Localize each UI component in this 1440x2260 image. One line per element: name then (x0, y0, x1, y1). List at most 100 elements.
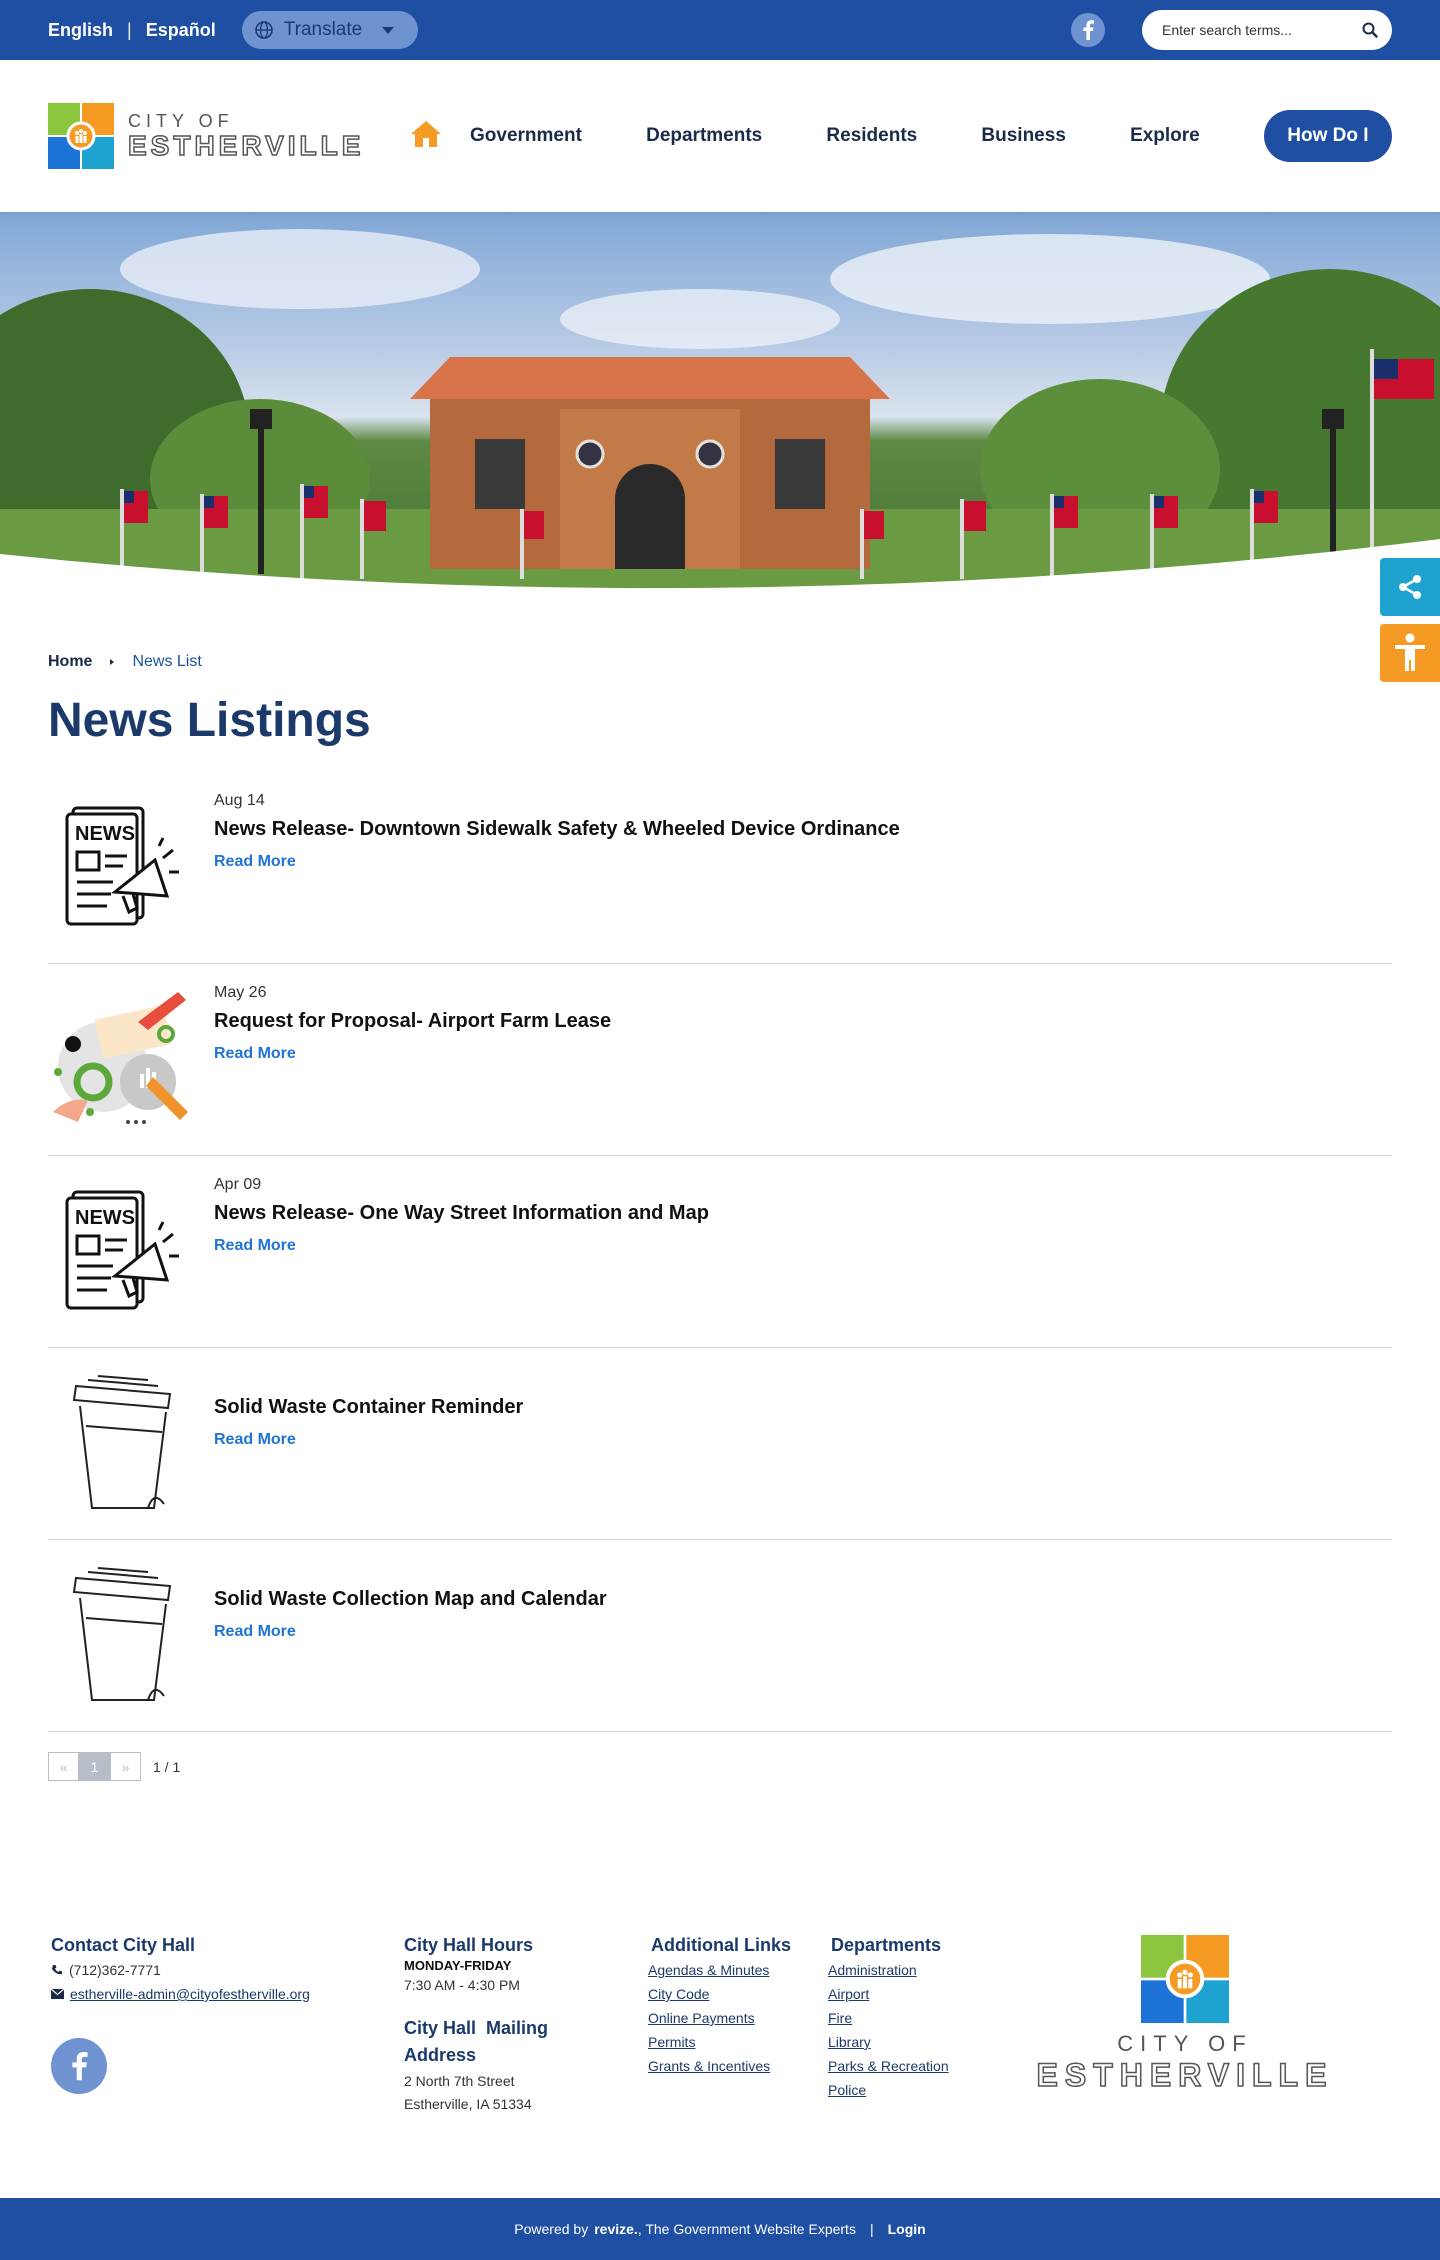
newspaper-icon[interactable]: NEWS (48, 1174, 198, 1324)
footer-hours: City Hall Hours MONDAY-FRIDAY 7:30 AM - … (404, 1935, 648, 2198)
revize-brand: revize. (594, 2221, 638, 2237)
bottom-bar: Powered by revize. , The Government Webs… (0, 2198, 1440, 2260)
language-switcher: English | Español (48, 20, 216, 41)
footer-link-permits[interactable]: Permits (648, 2034, 828, 2050)
main-nav: Government Departments Residents Busines… (470, 110, 1392, 162)
pagination-next-button[interactable]: » (110, 1752, 141, 1781)
footer-hours-days: MONDAY-FRIDAY (404, 1958, 512, 1973)
site-header: CITY OF ESTHERVILLE Government Departmen… (0, 60, 1440, 212)
footer-address-line1: 2 North 7th Street (404, 2073, 515, 2090)
lang-english-link[interactable]: English (48, 20, 113, 41)
facebook-icon[interactable] (51, 2038, 107, 2094)
search-input[interactable] (1162, 22, 1362, 38)
read-more-link[interactable]: Read More (214, 1045, 296, 1062)
footer-phone: (712)362-7771 (51, 1962, 404, 1978)
footer-address-line2: Estherville, IA 51334 (404, 2095, 532, 2112)
page-title: News Listings (48, 694, 371, 747)
trash-bin-icon[interactable] (48, 1366, 198, 1516)
footer-link-agendas[interactable]: Agendas & Minutes (648, 1962, 828, 1978)
footer-links-list: Agendas & Minutes City Code Online Payme… (648, 1962, 828, 2074)
logo-city-of: CITY OF (128, 111, 234, 131)
pagination-count: 1 / 1 (153, 1758, 181, 1775)
pagination-prev-button[interactable]: « (48, 1752, 79, 1781)
footer-logo-city-of: CITY OF (1117, 2031, 1253, 2056)
logo-text: CITY OF ESTHERVILLE (127, 111, 365, 161)
news-date: May 26 (214, 984, 267, 1001)
hero-city-hall-illustration (0, 229, 1440, 609)
news-title-link[interactable]: Request for Proposal- Airport Farm Lease (214, 1010, 611, 1033)
news-item-body: May 26 Request for Proposal- Airport Far… (214, 982, 611, 1155)
news-title-link[interactable]: News Release- One Way Street Information… (214, 1202, 709, 1225)
footer-logo-city-name: ESTHERVILLE (1036, 2056, 1334, 2094)
news-title-link[interactable]: News Release- Downtown Sidewalk Safety &… (214, 818, 900, 841)
news-date: Apr 09 (214, 1176, 262, 1193)
footer-link-grants[interactable]: Grants & Incentives (648, 2058, 828, 2074)
city-logo-icon (1141, 1935, 1229, 2023)
breadcrumb-separator-icon (110, 659, 115, 665)
chevron-down-icon (381, 26, 394, 34)
hero-banner (0, 209, 1440, 609)
main-content: Home News List News Listings NEWS Aug 14… (0, 653, 1440, 1781)
footer-email: estherville-admin@cityofestherville.org (51, 1986, 404, 2002)
breadcrumb: Home News List (48, 653, 1392, 671)
nav-business[interactable]: Business (981, 125, 1065, 147)
news-item: Solid Waste Container Reminder Read More (48, 1348, 1392, 1540)
read-more-link[interactable]: Read More (214, 1623, 296, 1640)
newspaper-icon[interactable]: NEWS (48, 790, 198, 940)
envelope-icon (51, 1989, 64, 1999)
accessibility-button[interactable] (1380, 624, 1440, 682)
powered-tagline: , The Government Website Experts (637, 2221, 856, 2237)
news-item-body: Apr 09 News Release- One Way Street Info… (214, 1174, 709, 1347)
login-link[interactable]: Login (888, 2221, 926, 2237)
accessibility-icon (1395, 633, 1425, 671)
breadcrumb-home[interactable]: Home (48, 653, 92, 671)
home-icon[interactable] (410, 120, 442, 153)
site-logo[interactable]: CITY OF ESTHERVILLE (48, 103, 388, 169)
news-list: NEWS Aug 14 News Release- Downtown Sidew… (48, 772, 1392, 1732)
how-do-i-button[interactable]: How Do I (1263, 110, 1392, 162)
news-item-body: Solid Waste Container Reminder Read More (214, 1366, 523, 1539)
facebook-icon[interactable] (1071, 13, 1105, 47)
footer-hours-time: 7:30 AM - 4:30 PM (404, 1977, 520, 1993)
top-bar: English | Español Translate (0, 0, 1440, 60)
footer-link-online-payments[interactable]: Online Payments (648, 2010, 828, 2026)
footer-dept-airport[interactable]: Airport (828, 1986, 1008, 2002)
pagination: « 1 » 1 / 1 (48, 1752, 1392, 1781)
share-button[interactable] (1380, 558, 1440, 616)
svg-text:NEWS: NEWS (75, 1207, 135, 1229)
nav-residents[interactable]: Residents (826, 125, 917, 147)
footer-email-link[interactable]: estherville-admin@cityofestherville.org (70, 1986, 310, 2002)
side-tools (1380, 558, 1440, 690)
logo-city-name: ESTHERVILLE (127, 130, 365, 161)
breadcrumb-current: News List (132, 653, 202, 670)
read-more-link[interactable]: Read More (214, 1237, 296, 1254)
nav-departments[interactable]: Departments (646, 125, 762, 147)
news-title-link[interactable]: Solid Waste Collection Map and Calendar (214, 1588, 607, 1611)
footer-mailing-heading: City Hall Mailing Address (404, 2015, 648, 2069)
svg-text:NEWS: NEWS (75, 823, 135, 845)
globe-icon (254, 21, 273, 39)
footer-dept-parks[interactable]: Parks & Recreation (828, 2058, 1008, 2074)
news-title-link[interactable]: Solid Waste Container Reminder (214, 1396, 523, 1419)
share-icon (1399, 575, 1421, 599)
city-logo-icon (48, 103, 114, 169)
proposal-illustration-icon[interactable] (48, 982, 198, 1132)
footer-links-heading: Additional Links (651, 1935, 792, 1955)
read-more-link[interactable]: Read More (214, 1431, 296, 1448)
trash-bin-icon[interactable] (48, 1558, 198, 1708)
search-icon[interactable] (1362, 22, 1378, 38)
footer-contact: Contact City Hall (712)362-7771 esthervi… (48, 1935, 404, 2198)
news-item: Solid Waste Collection Map and Calendar … (48, 1540, 1392, 1732)
footer-mailing-heading-line2: Address (404, 2045, 477, 2066)
lang-spanish-link[interactable]: Español (146, 20, 216, 41)
footer-dept-administration[interactable]: Administration (828, 1962, 1008, 1978)
footer-dept-fire[interactable]: Fire (828, 2010, 1008, 2026)
pagination-page-button[interactable]: 1 (79, 1752, 110, 1781)
footer-dept-police[interactable]: Police (828, 2082, 1008, 2098)
footer-link-city-code[interactable]: City Code (648, 1986, 828, 2002)
read-more-link[interactable]: Read More (214, 853, 296, 870)
translate-dropdown[interactable]: Translate (241, 11, 418, 49)
nav-government[interactable]: Government (470, 125, 582, 147)
footer-dept-library[interactable]: Library (828, 2034, 1008, 2050)
nav-explore[interactable]: Explore (1130, 125, 1200, 147)
